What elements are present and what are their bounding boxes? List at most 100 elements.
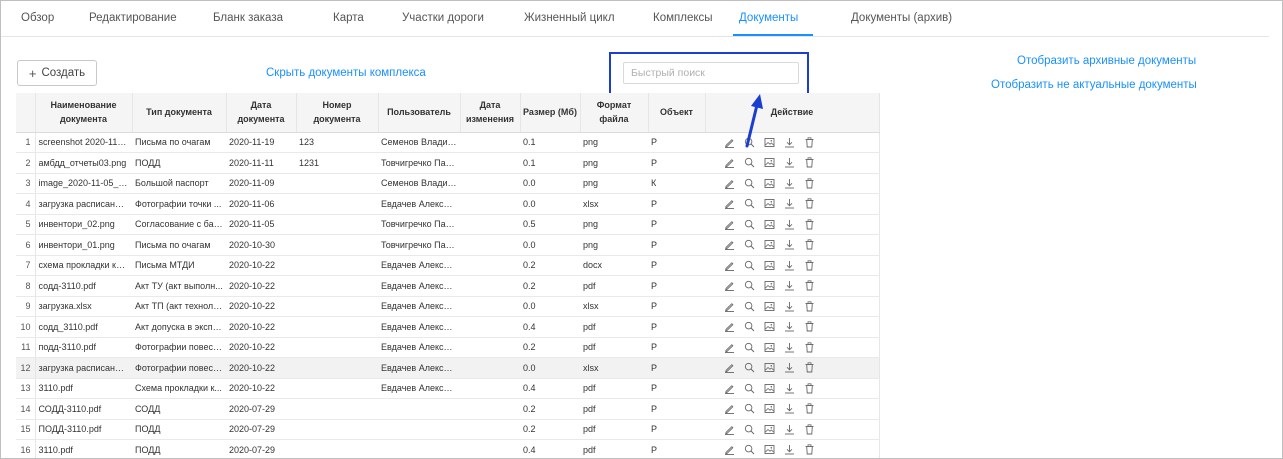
search-icon[interactable] <box>744 403 755 414</box>
table-row[interactable]: 4загрузка расписания.xlsxФотографии точк… <box>16 193 880 215</box>
search-icon[interactable] <box>744 157 755 168</box>
trash-icon[interactable] <box>804 157 815 168</box>
table-row[interactable]: 5 инвентори_02.png Согласование с бал... 20… <box>16 214 880 235</box>
search-icon[interactable] <box>744 301 755 312</box>
edit-icon[interactable] <box>724 239 735 251</box>
table-row[interactable]: 12загрузка расписания.xlsxФотографии пов… <box>16 357 880 379</box>
table-row[interactable]: 16 3110.pdf ПОДД 2020-07-29 0.4 pdf Р <box>16 439 880 458</box>
table-row[interactable]: 8 содд-3110.pdf Акт ТУ (акт выполн... 2020-… <box>16 275 880 297</box>
download-icon[interactable] <box>784 137 795 148</box>
edit-icon[interactable] <box>724 342 735 353</box>
edit-icon[interactable] <box>724 321 735 333</box>
download-icon[interactable] <box>784 342 795 353</box>
image-icon[interactable] <box>764 403 775 414</box>
hide-complex-docs-link[interactable]: Скрыть документы комплекса <box>266 67 426 79</box>
search-icon[interactable] <box>744 239 755 250</box>
download-icon[interactable] <box>784 424 795 435</box>
search-icon[interactable] <box>744 178 755 189</box>
image-icon[interactable] <box>764 260 775 271</box>
search-icon[interactable] <box>744 219 755 230</box>
column-header[interactable]: Формат файла <box>580 93 649 133</box>
edit-icon[interactable] <box>724 383 735 394</box>
table-row[interactable]: 6 инвентори_01.png Письма по очагам 2020-10… <box>16 234 880 256</box>
trash-icon[interactable] <box>804 424 815 435</box>
table-row[interactable]: 11 подд-3110.pdf Фотографии повеса... 2020-… <box>16 337 880 358</box>
download-icon[interactable] <box>784 403 795 414</box>
trash-icon[interactable] <box>804 280 815 291</box>
image-icon[interactable] <box>764 178 775 189</box>
edit-icon[interactable] <box>724 280 735 292</box>
tab-lifecycle[interactable]: Жизненный цикл <box>524 12 615 24</box>
edit-icon[interactable] <box>724 178 735 189</box>
create-button[interactable]: + Создать <box>17 60 97 86</box>
show-archived-docs-link[interactable]: Отобразить архивные документы <box>1017 55 1196 67</box>
column-header[interactable]: Дата документа <box>226 93 297 133</box>
image-icon[interactable] <box>764 280 775 291</box>
image-icon[interactable] <box>764 444 775 455</box>
trash-icon[interactable] <box>804 260 815 271</box>
search-icon[interactable] <box>744 260 755 271</box>
download-icon[interactable] <box>784 362 795 373</box>
image-icon[interactable] <box>764 383 775 394</box>
tab-complexes[interactable]: Комплексы <box>653 12 713 24</box>
column-header[interactable]: Тип документа <box>132 93 227 133</box>
image-icon[interactable] <box>764 424 775 435</box>
trash-icon[interactable] <box>804 403 815 414</box>
trash-icon[interactable] <box>804 301 815 312</box>
column-header[interactable]: Наименование документа <box>35 93 133 133</box>
table-row[interactable]: 13 3110.pdf Схема прокладки к... 2020-10-22… <box>16 378 880 399</box>
table-row[interactable]: 7схема прокладки кабель...Письма МТДИ202… <box>16 255 880 276</box>
download-icon[interactable] <box>784 157 795 168</box>
table-row[interactable]: 9 загрузка.xlsx Акт ТП (акт техноло... 2020… <box>16 296 880 317</box>
table-row[interactable]: 15 ПОДД-3110.pdf ПОДД 2020-07-29 0.2 pdf Р <box>16 419 880 440</box>
tab-order-form[interactable]: Бланк заказа <box>213 12 283 24</box>
download-icon[interactable] <box>784 239 795 250</box>
search-icon[interactable] <box>744 342 755 353</box>
edit-icon[interactable] <box>724 219 735 230</box>
download-icon[interactable] <box>784 383 795 394</box>
tab-documents-archive[interactable]: Документы (архив) <box>851 12 952 24</box>
edit-icon[interactable] <box>724 362 735 374</box>
image-icon[interactable] <box>764 239 775 250</box>
image-icon[interactable] <box>764 157 775 168</box>
trash-icon[interactable] <box>804 383 815 394</box>
image-icon[interactable] <box>764 301 775 312</box>
tab-road-sections[interactable]: Участки дороги <box>402 12 484 24</box>
table-row[interactable]: 2 амбдд_отчеты03.png ПОДД 2020-11-11 1231 Тов… <box>16 152 880 174</box>
edit-icon[interactable] <box>724 137 735 148</box>
search-icon[interactable] <box>744 198 755 209</box>
tab-editing[interactable]: Редактирование <box>89 12 177 24</box>
search-icon[interactable] <box>744 280 755 291</box>
search-icon[interactable] <box>744 321 755 332</box>
trash-icon[interactable] <box>804 321 815 332</box>
trash-icon[interactable] <box>804 362 815 373</box>
search-icon[interactable] <box>744 444 755 455</box>
image-icon[interactable] <box>764 137 775 148</box>
edit-icon[interactable] <box>724 157 735 169</box>
edit-icon[interactable] <box>724 403 735 415</box>
trash-icon[interactable] <box>804 198 815 209</box>
download-icon[interactable] <box>784 321 795 332</box>
tab-overview[interactable]: Обзор <box>21 12 54 24</box>
download-icon[interactable] <box>784 260 795 271</box>
image-icon[interactable] <box>764 362 775 373</box>
edit-icon[interactable] <box>724 444 735 456</box>
image-icon[interactable] <box>764 321 775 332</box>
column-header[interactable]: Объект <box>648 93 706 133</box>
edit-icon[interactable] <box>724 198 735 210</box>
search-icon[interactable] <box>744 362 755 373</box>
download-icon[interactable] <box>784 444 795 455</box>
table-row[interactable]: 14 СОДД-3110.pdf СОДД 2020-07-29 0.2 pdf Р <box>16 398 880 420</box>
image-icon[interactable] <box>764 342 775 353</box>
download-icon[interactable] <box>784 219 795 230</box>
download-icon[interactable] <box>784 280 795 291</box>
search-icon[interactable] <box>744 383 755 394</box>
tab-documents[interactable]: Документы <box>739 12 798 24</box>
column-header[interactable]: Дата изменения <box>460 93 521 133</box>
column-header[interactable]: Размер (Мб) <box>520 93 581 133</box>
edit-icon[interactable] <box>724 260 735 271</box>
quick-search-input[interactable] <box>623 62 799 84</box>
image-icon[interactable] <box>764 219 775 230</box>
edit-icon[interactable] <box>724 301 735 312</box>
image-icon[interactable] <box>764 198 775 209</box>
